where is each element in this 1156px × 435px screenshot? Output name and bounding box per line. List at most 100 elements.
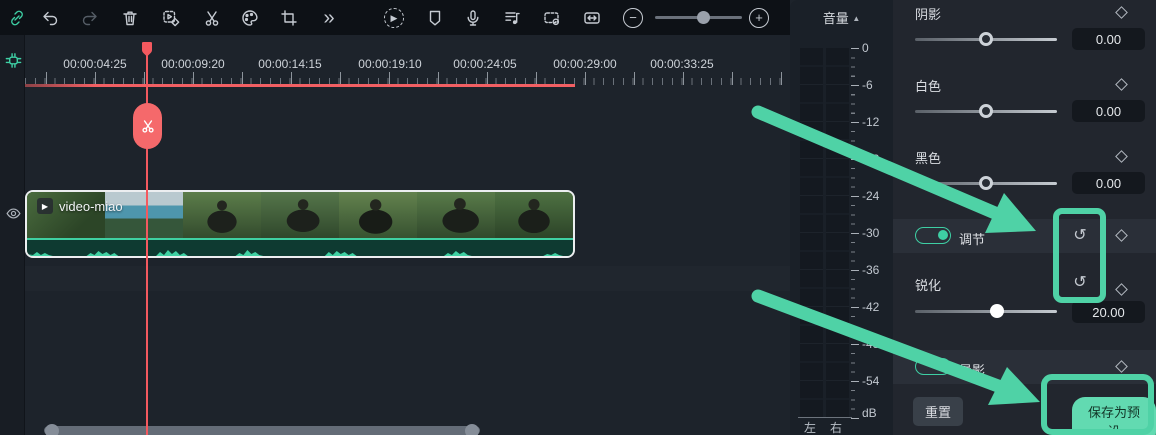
marker-icon[interactable]: [423, 6, 447, 30]
shadow-slider[interactable]: [915, 38, 1057, 41]
keyframe-diamond-icon[interactable]: [1115, 360, 1128, 373]
undo-icon[interactable]: [38, 6, 62, 30]
black-slider[interactable]: [915, 182, 1057, 185]
save-as-preset-button[interactable]: 保存为预设: [1072, 397, 1156, 435]
black-label: 黑色: [915, 148, 941, 167]
ruler-timestamp: 00:00:29:00: [553, 57, 616, 71]
video-editor-window: » ▶ − +: [0, 0, 1156, 435]
clip-thumbnail: [339, 192, 417, 240]
link-icon[interactable]: [5, 6, 29, 30]
db-scale-label: 0: [862, 41, 869, 55]
adjust-reset-icon[interactable]: ↺: [1071, 227, 1089, 245]
keyframe-diamond-icon[interactable]: [1115, 229, 1128, 242]
volume-meter-panel: 音量 ▲ 0 -6 -12 -18 -24 -30 -36 -42 -48 -5…: [790, 0, 893, 435]
ruler-timestamp: 00:00:19:10: [358, 57, 421, 71]
white-label: 白色: [915, 76, 941, 95]
volume-panel-header[interactable]: 音量 ▲: [790, 8, 893, 27]
vignette-toggle[interactable]: [915, 358, 951, 375]
ruler-timestamp: 00:00:33:25: [650, 57, 713, 71]
color-palette-icon[interactable]: [238, 6, 262, 30]
meter-bar-left: [800, 48, 823, 417]
clip-duration-indicator: [25, 84, 575, 87]
db-scale-label: -42: [862, 300, 879, 314]
keyframe-diamond-icon[interactable]: [1115, 150, 1128, 163]
shadow-value[interactable]: 0.00: [1072, 28, 1145, 50]
db-scale-label: -36: [862, 263, 879, 277]
clip-audio-waveform: [27, 238, 573, 256]
sharpen-value[interactable]: 20.00: [1072, 301, 1145, 323]
smart-cutout-icon[interactable]: [159, 6, 183, 30]
sharpen-reset-icon[interactable]: ↺: [1071, 274, 1089, 292]
sharpen-slider[interactable]: [915, 310, 1057, 313]
timeline-area[interactable]: 00:00:04:25 00:00:09:20 00:00:14:15 00:0…: [0, 35, 790, 435]
shadow-slider-handle[interactable]: [979, 32, 993, 46]
sharpen-slider-handle[interactable]: [990, 304, 1004, 318]
clip-thumbnail: [495, 192, 573, 240]
ruler-ticks[interactable]: [25, 71, 785, 85]
meter-bar-right: [826, 48, 849, 417]
db-unit-label: dB: [862, 406, 877, 420]
scrollbar-left-handle[interactable]: [45, 424, 59, 435]
right-channel-label: 右: [830, 419, 842, 435]
zoom-slider-handle[interactable]: [697, 11, 710, 24]
meter-ticks: [851, 48, 859, 419]
playhead-line[interactable]: [146, 42, 148, 435]
render-preview-icon[interactable]: [540, 6, 564, 30]
zoom-out-icon[interactable]: −: [621, 6, 645, 30]
reset-button[interactable]: 重置: [913, 397, 963, 426]
track-visibility-eye-icon[interactable]: [3, 203, 23, 223]
color-adjust-panel: 阴影 0.00 白色 0.00 黑色 0.00 调节 ↺ 锐化 ↺: [893, 0, 1156, 435]
zoom-in-icon[interactable]: +: [747, 6, 771, 30]
volume-title: 音量: [823, 11, 849, 26]
crop-icon[interactable]: [277, 6, 301, 30]
db-scale-label: -48: [862, 337, 879, 351]
black-value[interactable]: 0.00: [1072, 172, 1145, 194]
clip-thumbnail: [417, 192, 495, 240]
snap-icon[interactable]: [3, 50, 23, 70]
left-channel-label: 左: [804, 419, 816, 435]
more-tools-icon[interactable]: »: [317, 6, 341, 30]
keyframe-diamond-icon[interactable]: [1115, 6, 1128, 19]
audio-mixer-icon[interactable]: [500, 6, 524, 30]
ruler-timestamp: 00:00:09:20: [161, 57, 224, 71]
sharpen-label: 锐化: [915, 275, 941, 294]
vignette-section-label: 晕影: [959, 360, 985, 379]
clip-play-icon: ▶: [37, 198, 53, 214]
clip-thumbnail: [261, 192, 339, 240]
video-clip[interactable]: ▶ video-miao: [25, 190, 575, 258]
db-scale-label: -54: [862, 374, 879, 388]
fit-timeline-icon[interactable]: [580, 6, 604, 30]
trash-icon[interactable]: [118, 6, 142, 30]
timeline-zoom-slider[interactable]: [655, 16, 742, 19]
db-scale-label: -30: [862, 226, 879, 240]
speed-ramp-icon[interactable]: ▶: [382, 6, 406, 30]
adjust-section-label: 调节: [959, 229, 985, 248]
collapse-triangle-icon[interactable]: ▲: [852, 14, 860, 23]
white-slider-handle[interactable]: [979, 104, 993, 118]
meter-baseline: [798, 417, 852, 418]
ruler-timestamp: 00:00:24:05: [453, 57, 516, 71]
keyframe-diamond-icon[interactable]: [1115, 78, 1128, 91]
microphone-icon[interactable]: [461, 6, 485, 30]
black-slider-handle[interactable]: [979, 176, 993, 190]
white-value[interactable]: 0.00: [1072, 100, 1145, 122]
timeline-horizontal-scrollbar[interactable]: [44, 426, 480, 435]
db-scale-label: -12: [862, 115, 879, 129]
keyframe-diamond-icon[interactable]: [1115, 283, 1128, 296]
empty-track-row[interactable]: [25, 266, 790, 291]
track-header-gutter: [0, 35, 25, 435]
shadow-label: 阴影: [915, 4, 941, 23]
db-scale-label: -24: [862, 189, 879, 203]
playhead-marker[interactable]: [139, 42, 155, 65]
split-at-playhead-button[interactable]: [133, 103, 162, 149]
ruler-timestamp: 00:00:14:15: [258, 57, 321, 71]
timeline-toolbar: » ▶ − +: [0, 0, 790, 35]
scrollbar-right-handle[interactable]: [465, 424, 479, 435]
white-slider[interactable]: [915, 110, 1057, 113]
vignette-section-header: 晕影: [893, 350, 1156, 384]
db-scale-label: -6: [862, 78, 873, 92]
adjust-toggle[interactable]: [915, 227, 951, 244]
db-scale-label: -18: [862, 152, 879, 166]
split-scissors-icon[interactable]: [200, 6, 224, 30]
redo-icon[interactable]: [78, 6, 102, 30]
